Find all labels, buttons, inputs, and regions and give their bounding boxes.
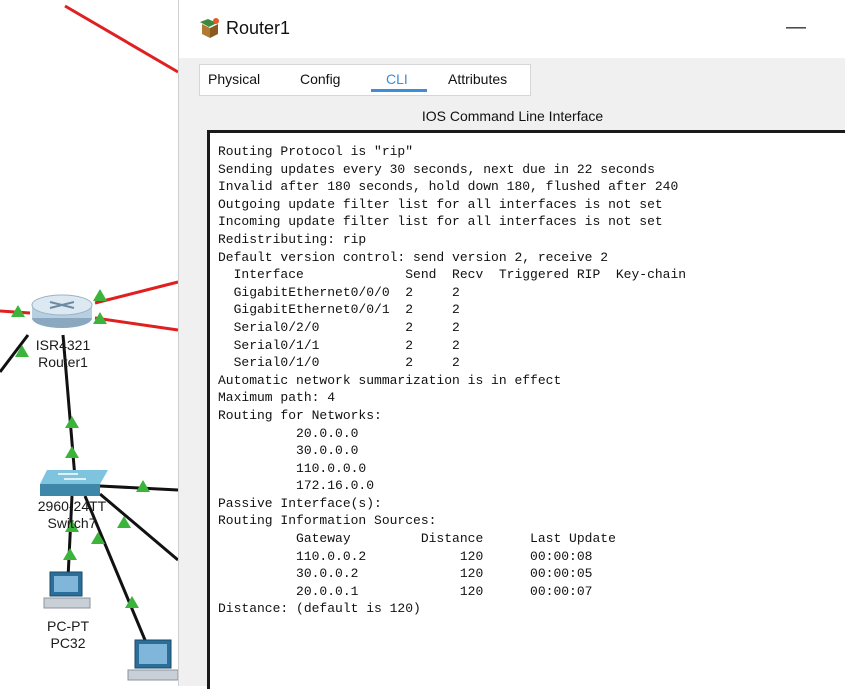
cli-line: 30.0.0.2 120 00:00:05 bbox=[218, 566, 593, 582]
cli-line: Interface Send Recv Triggered RIP Key-ch… bbox=[218, 267, 687, 283]
cli-line: Routing Information Sources: bbox=[218, 513, 437, 529]
cli-line: Serial0/1/1 2 2 bbox=[218, 337, 460, 353]
cli-line: Sending updates every 30 seconds, next d… bbox=[218, 161, 655, 177]
tab-attributes[interactable]: Attributes bbox=[448, 71, 507, 87]
tab-physical[interactable]: Physical bbox=[208, 71, 260, 87]
tab-bar: Physical Config CLI Attributes bbox=[199, 64, 531, 96]
cli-line: 110.0.0.0 bbox=[218, 460, 367, 476]
cli-line: Redistributing: rip bbox=[218, 231, 367, 247]
cli-line: GigabitEthernet0/0/1 2 2 bbox=[218, 302, 460, 318]
serial-link bbox=[64, 4, 179, 74]
router-model: ISR4321 bbox=[35, 337, 91, 353]
cli-line: 20.0.0.0 bbox=[218, 425, 359, 441]
serial-link bbox=[94, 280, 179, 305]
router-app-icon bbox=[200, 18, 219, 38]
router-window: Router1 — Physical Config CLI Attributes… bbox=[178, 0, 845, 689]
pc-icon bbox=[43, 571, 91, 609]
window-titlebar[interactable]: Router1 — bbox=[179, 0, 845, 58]
cli-line: Routing for Networks: bbox=[218, 407, 382, 423]
cli-line: Serial0/2/0 2 2 bbox=[218, 319, 460, 335]
cli-line: Gateway Distance Last Update bbox=[218, 531, 616, 547]
cli-line: Outgoing update filter list for all inte… bbox=[218, 196, 663, 212]
minimize-button[interactable]: — bbox=[779, 12, 813, 42]
cli-output: Routing Protocol is "rip" Sending updates… bbox=[218, 143, 686, 618]
link-up-triangle bbox=[63, 548, 77, 560]
pc-icon bbox=[127, 639, 179, 681]
link-up-triangle bbox=[93, 289, 107, 301]
window-body: Physical Config CLI Attributes IOS Comma… bbox=[179, 58, 845, 689]
cli-line: Invalid after 180 seconds, hold down 180… bbox=[218, 179, 679, 195]
cli-line: 20.0.0.1 120 00:00:07 bbox=[218, 583, 593, 599]
window-title: Router1 bbox=[226, 18, 291, 38]
cli-line: Automatic network summarization is in ef… bbox=[218, 372, 562, 388]
cli-line: 172.16.0.0 bbox=[218, 478, 375, 494]
cli-header: IOS Command Line Interface bbox=[421, 108, 604, 124]
cli-line: GigabitEthernet0/0/0 2 2 bbox=[218, 284, 460, 300]
switch-model: 2960-24TT bbox=[37, 498, 107, 514]
tab-cli[interactable]: CLI bbox=[386, 71, 408, 87]
serial-link bbox=[94, 316, 179, 332]
cli-line: 110.0.0.2 120 00:00:08 bbox=[218, 548, 593, 564]
pc-label: PC-PT PC32 bbox=[30, 618, 106, 652]
cli-line: Passive Interface(s): bbox=[218, 495, 382, 511]
tab-config[interactable]: Config bbox=[300, 71, 340, 87]
switch-name: Switch7 bbox=[47, 515, 97, 531]
router-label: ISR4321 Router1 bbox=[20, 337, 106, 371]
cli-line: Incoming update filter list for all inte… bbox=[218, 214, 663, 230]
active-tab-indicator bbox=[371, 89, 427, 92]
switch-icon bbox=[40, 470, 108, 496]
cli-line: Serial0/1/0 2 2 bbox=[218, 355, 460, 371]
cli-line: Distance: (default is 120) bbox=[218, 601, 421, 617]
cli-line: Maximum path: 4 bbox=[218, 390, 336, 406]
link-up-triangle bbox=[65, 446, 79, 458]
cli-line: Default version control: send version 2,… bbox=[218, 249, 609, 265]
pc-model: PC-PT bbox=[47, 618, 89, 634]
pc-name: PC32 bbox=[50, 635, 86, 651]
cli-console[interactable]: Routing Protocol is "rip" Sending updates… bbox=[207, 130, 845, 689]
cli-line: Routing Protocol is "rip" bbox=[218, 144, 414, 159]
link-up-triangle bbox=[65, 416, 79, 428]
switch-label: 2960-24TT Switch7 bbox=[24, 498, 120, 532]
link-up-triangle bbox=[136, 480, 150, 492]
router-name: Router1 bbox=[38, 354, 88, 370]
cli-line: 30.0.0.0 bbox=[218, 443, 359, 459]
router-icon bbox=[31, 294, 93, 328]
